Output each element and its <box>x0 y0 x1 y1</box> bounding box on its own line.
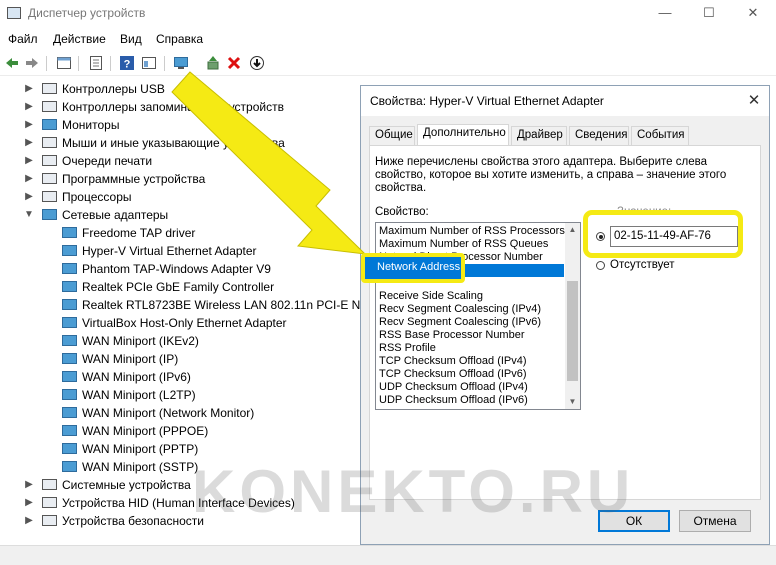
menu-file[interactable]: Файл <box>8 32 38 46</box>
network-address-callout: Network Address <box>361 253 465 283</box>
tab-general[interactable]: Общие <box>369 126 415 145</box>
list-item[interactable]: UDP Checksum Offload (IPv6) <box>379 394 528 407</box>
listbox-scrollbar[interactable]: ▲ ▼ <box>565 223 580 409</box>
help-icon[interactable]: ? <box>119 55 135 71</box>
network-adapter-icon <box>62 443 77 454</box>
window-title-bar: Диспетчер устройств — ☐ ✕ <box>0 0 776 28</box>
scroll-up-arrow-icon[interactable]: ▲ <box>565 223 580 237</box>
network-adapter-icon <box>62 317 77 328</box>
svg-text:?: ? <box>124 59 131 71</box>
document-icon[interactable] <box>88 55 104 71</box>
tab-advanced[interactable]: Дополнительно <box>417 124 509 145</box>
toolbar: ? <box>0 52 776 76</box>
network-adapter-icon <box>42 209 57 220</box>
value-callout <box>583 210 743 258</box>
cancel-button[interactable]: Отмена <box>679 510 751 532</box>
security-device-icon <box>42 515 57 526</box>
toolbar-separator <box>46 56 47 71</box>
menu-view[interactable]: Вид <box>120 32 142 46</box>
close-window-button[interactable]: ✕ <box>738 2 768 24</box>
usb-icon <box>42 83 57 94</box>
scrollbar-thumb[interactable] <box>567 281 578 381</box>
update-driver-icon[interactable] <box>205 55 221 71</box>
toolbar-separator <box>78 56 79 71</box>
list-item[interactable]: Recv Segment Coalescing (IPv6) <box>379 316 541 329</box>
property-label: Свойство: <box>375 206 429 218</box>
remove-device-icon[interactable] <box>226 55 242 71</box>
mouse-icon <box>42 137 57 148</box>
list-item[interactable]: RSS Base Processor Number <box>379 329 525 342</box>
list-item[interactable]: Receive Side Scaling <box>379 290 483 303</box>
console-view-icon[interactable] <box>141 55 157 71</box>
network-adapter-icon <box>62 407 77 418</box>
menu-bar: Файл Действие Вид Справка <box>0 28 776 50</box>
maximize-button[interactable]: ☐ <box>694 2 724 24</box>
watermark-text: KONEKTO.RU <box>192 458 635 525</box>
minimize-button[interactable]: — <box>650 2 680 24</box>
network-adapter-icon <box>62 281 77 292</box>
scroll-down-arrow-icon[interactable]: ▼ <box>565 395 580 409</box>
network-adapter-icon <box>62 335 77 346</box>
dialog-title: Свойства: Hyper-V Virtual Ethernet Adapt… <box>370 94 604 108</box>
network-adapter-icon <box>62 299 77 310</box>
list-item[interactable]: TCP Checksum Offload (IPv4) <box>379 355 527 368</box>
toolbar-separator <box>164 56 165 71</box>
network-adapter-icon <box>62 245 77 256</box>
network-adapter-icon <box>62 263 77 274</box>
network-adapter-icon <box>62 371 77 382</box>
absent-radio[interactable] <box>596 261 605 270</box>
properties-view-icon[interactable] <box>56 55 72 71</box>
advanced-panel: Ниже перечислены свойства этого адаптера… <box>369 145 761 500</box>
network-adapter-icon <box>62 227 77 238</box>
network-adapter-icon <box>62 425 77 436</box>
list-item[interactable]: UDP Checksum Offload (IPv4) <box>379 381 528 394</box>
printer-icon <box>42 155 57 166</box>
menu-action[interactable]: Действие <box>53 32 106 46</box>
back-arrow-icon[interactable] <box>4 55 20 71</box>
processor-icon <box>42 191 57 202</box>
system-device-icon <box>42 479 57 490</box>
tab-events[interactable]: События <box>631 126 689 145</box>
scan-hardware-icon[interactable] <box>173 55 189 71</box>
toolbar-separator <box>110 56 111 71</box>
panel-description: Ниже перечислены свойства этого адаптера… <box>375 156 727 194</box>
install-device-icon[interactable] <box>249 55 265 71</box>
storage-controller-icon <box>42 101 57 112</box>
list-item[interactable]: Maximum Number of RSS Processors <box>379 225 565 238</box>
status-bar <box>0 545 776 565</box>
forward-arrow-icon[interactable] <box>24 55 40 71</box>
dialog-title-bar: Свойства: Hyper-V Virtual Ethernet Adapt… <box>361 86 769 116</box>
tab-driver[interactable]: Драйвер <box>511 126 567 145</box>
monitor-icon <box>42 119 57 130</box>
absent-label: Отсутствует <box>610 259 675 271</box>
network-adapter-icon <box>62 389 77 400</box>
list-item[interactable]: Recv Segment Coalescing (IPv4) <box>379 303 541 316</box>
menu-help[interactable]: Справка <box>156 32 203 46</box>
network-adapter-icon <box>62 353 77 364</box>
dialog-close-button[interactable]: ✕ <box>743 91 765 111</box>
window-title: Диспетчер устройств <box>28 6 146 20</box>
software-device-icon <box>42 173 57 184</box>
property-listbox[interactable]: Maximum Number of RSS Processors Maximum… <box>375 222 581 410</box>
hid-icon <box>42 497 57 508</box>
network-adapter-icon <box>62 461 77 472</box>
list-item[interactable]: Maximum Number of RSS Queues <box>379 238 548 251</box>
tab-details[interactable]: Сведения <box>569 126 629 145</box>
list-item[interactable]: RSS Profile <box>379 342 436 355</box>
list-item[interactable]: TCP Checksum Offload (IPv6) <box>379 368 527 381</box>
device-manager-icon <box>7 7 21 19</box>
